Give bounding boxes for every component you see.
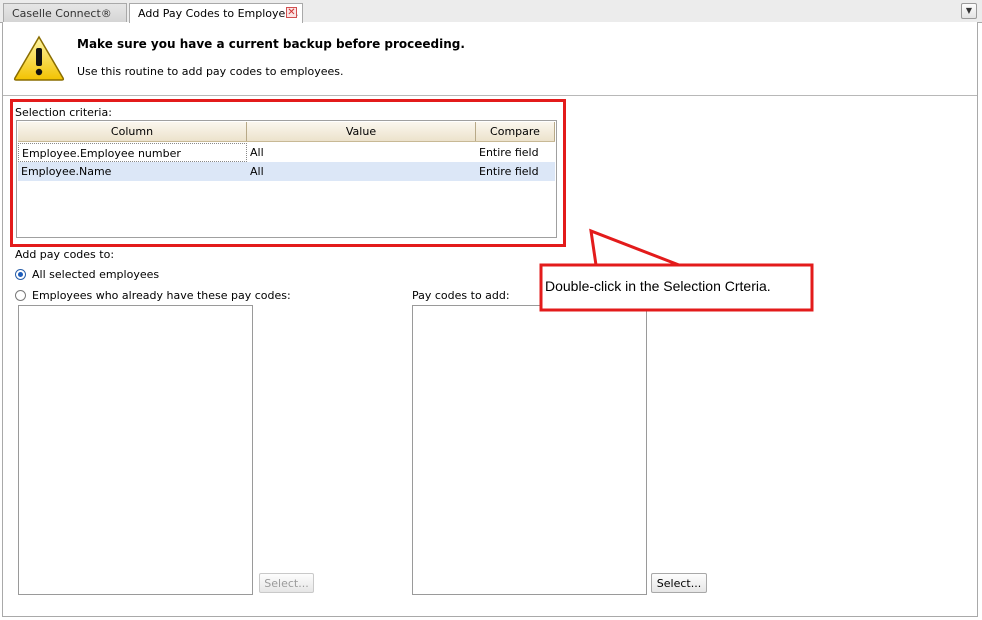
radio-button[interactable] xyxy=(15,290,26,301)
warning-subtitle: Use this routine to add pay codes to emp… xyxy=(77,65,344,78)
add-pay-codes-to-label: Add pay codes to: xyxy=(15,248,115,261)
annotation-highlight-box xyxy=(10,99,566,247)
pay-codes-listbox[interactable] xyxy=(412,305,647,595)
tab-add-pay-codes[interactable]: Add Pay Codes to Employees ✕ xyxy=(129,3,303,23)
radio-button-checked[interactable] xyxy=(15,269,26,280)
main-panel: Make sure you have a current backup befo… xyxy=(2,22,978,617)
tab-bar: Caselle Connect® Add Pay Codes to Employ… xyxy=(0,0,982,23)
radio-label: All selected employees xyxy=(32,268,160,281)
pay-codes-to-add-label: Pay codes to add: xyxy=(412,289,510,302)
employees-listbox[interactable] xyxy=(18,305,253,595)
select-pay-codes-button[interactable]: Select... xyxy=(651,573,707,593)
tab-label: Add Pay Codes to Employees xyxy=(138,7,298,20)
warning-header: Make sure you have a current backup befo… xyxy=(3,22,977,96)
radio-employees-with-pay-codes[interactable]: Employees who already have these pay cod… xyxy=(15,289,291,302)
callout-text: Double-click in the Selection Crteria. xyxy=(545,278,771,294)
close-icon[interactable]: ✕ xyxy=(286,7,297,18)
warning-title: Make sure you have a current backup befo… xyxy=(77,37,465,51)
select-employees-button[interactable]: Select... xyxy=(259,573,314,593)
warning-icon xyxy=(13,35,65,81)
chevron-down-icon[interactable]: ▼ xyxy=(961,3,977,19)
radio-all-selected-employees[interactable]: All selected employees xyxy=(15,268,159,281)
tab-caselle-connect[interactable]: Caselle Connect® xyxy=(3,3,127,22)
radio-label: Employees who already have these pay cod… xyxy=(32,289,291,302)
